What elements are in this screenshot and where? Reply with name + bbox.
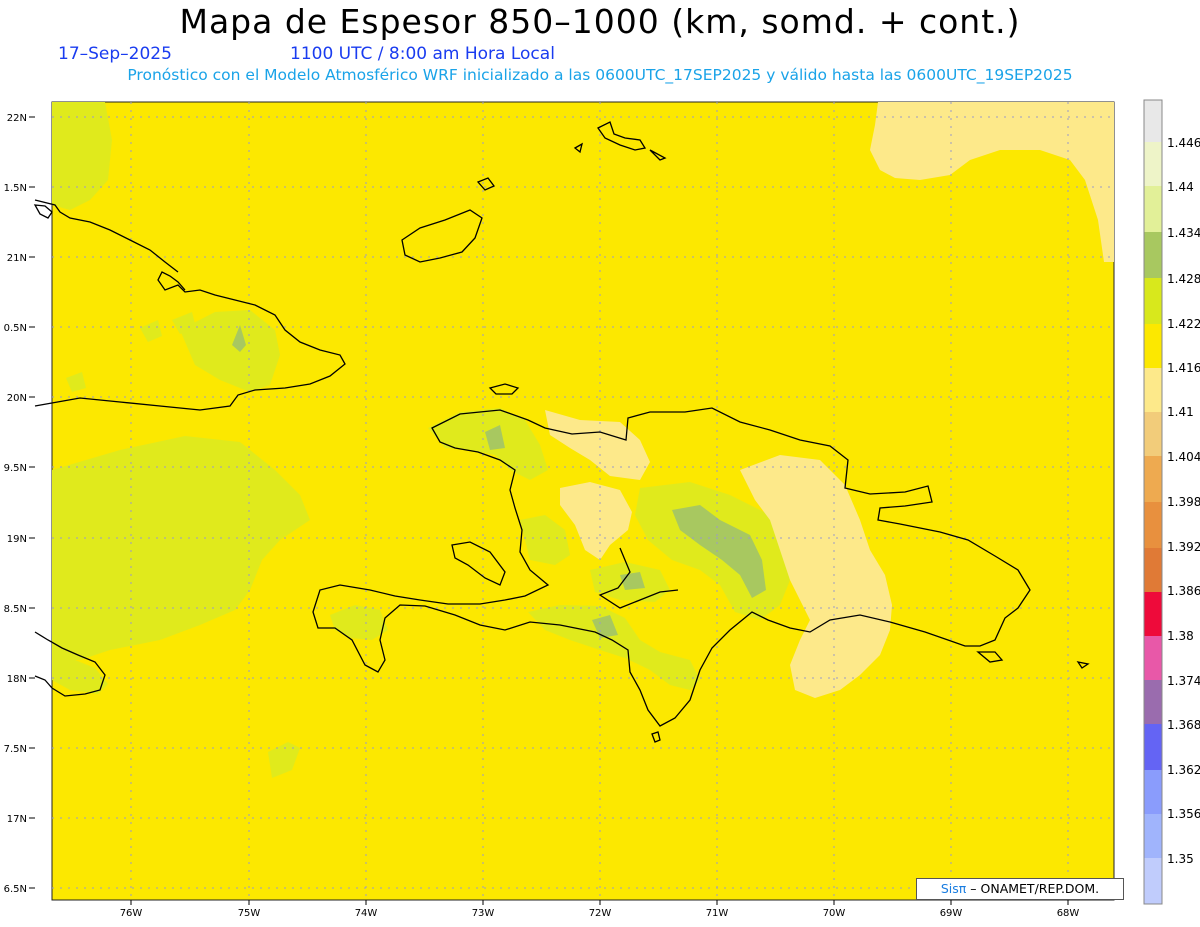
credit-box: Sisπ – ONAMET/REP.DOM. (916, 878, 1124, 900)
thickness-map: 1.446 1.44 1.434 1.428 1.422 1.416 1.41 … (4, 99, 1200, 919)
lon-label: 72W (589, 908, 612, 919)
credit-text: – ONAMET/REP.DOM. (970, 881, 1100, 896)
colorbar-label: 1.41 (1167, 405, 1194, 419)
coast-nw-islands (33, 204, 53, 219)
lat-label: 18N (7, 674, 27, 685)
colorbar-label: 1.386 (1167, 584, 1200, 598)
colorbar-label: 1.38 (1167, 629, 1194, 643)
colorbar-label: 1.356 (1167, 807, 1200, 821)
forecast-info: Pronóstico con el Modelo Atmosférico WRF… (127, 66, 1073, 84)
lat-label: 9.5N (4, 463, 27, 474)
colorbar-label: 1.44 (1167, 180, 1194, 194)
lat-labels: 22N 1.5N 21N 0.5N 20N 9.5N 19N 8.5N 18N … (4, 113, 27, 895)
colorbar-label: 1.434 (1167, 226, 1200, 240)
lon-ticks (130, 900, 1069, 905)
colorbar-label: 1.374 (1167, 674, 1200, 688)
lon-label: 76W (120, 908, 143, 919)
lat-label: 22N (7, 113, 27, 124)
colorbar-label: 1.35 (1167, 852, 1194, 866)
forecast-date: 17–Sep–2025 (58, 44, 172, 64)
forecast-time: 1100 UTC / 8:00 am Hora Local (290, 44, 555, 64)
lat-label: 6.5N (4, 884, 27, 895)
lat-label: 21N (7, 253, 27, 264)
colorbar-label: 1.404 (1167, 450, 1200, 464)
lon-label: 69W (940, 908, 963, 919)
colorbar-label: 1.446 (1167, 136, 1200, 150)
colorbar-label: 1.398 (1167, 495, 1200, 509)
colorbar (1143, 99, 1163, 905)
lon-label: 68W (1057, 908, 1080, 919)
lat-label: 0.5N (4, 323, 27, 334)
lon-label: 73W (472, 908, 495, 919)
colorbar-label: 1.416 (1167, 361, 1200, 375)
lon-labels: 76W 75W 74W 73W 72W 71W 70W 69W 68W (120, 908, 1080, 919)
lat-label: 1.5N (4, 183, 27, 194)
colorbar-label: 1.368 (1167, 718, 1200, 732)
lon-label: 71W (706, 908, 729, 919)
colorbar-labels: 1.446 1.44 1.434 1.428 1.422 1.416 1.41 … (1167, 136, 1200, 866)
lat-label: 19N (7, 534, 27, 545)
lon-label: 75W (238, 908, 261, 919)
colorbar-label: 1.428 (1167, 272, 1200, 286)
lon-label: 74W (355, 908, 378, 919)
lon-label: 70W (823, 908, 846, 919)
lat-label: 20N (7, 393, 27, 404)
colorbar-label: 1.362 (1167, 763, 1200, 777)
lat-ticks (29, 116, 35, 889)
colorbar-label: 1.422 (1167, 317, 1200, 331)
sispi-logo: Sisπ (940, 881, 967, 896)
lat-label: 17N (7, 814, 27, 825)
lat-label: 8.5N (4, 604, 27, 615)
map-title: Mapa de Espesor 850–1000 (km, somd. + co… (179, 2, 1021, 41)
colorbar-label: 1.392 (1167, 540, 1200, 554)
lat-label: 7.5N (4, 744, 27, 755)
